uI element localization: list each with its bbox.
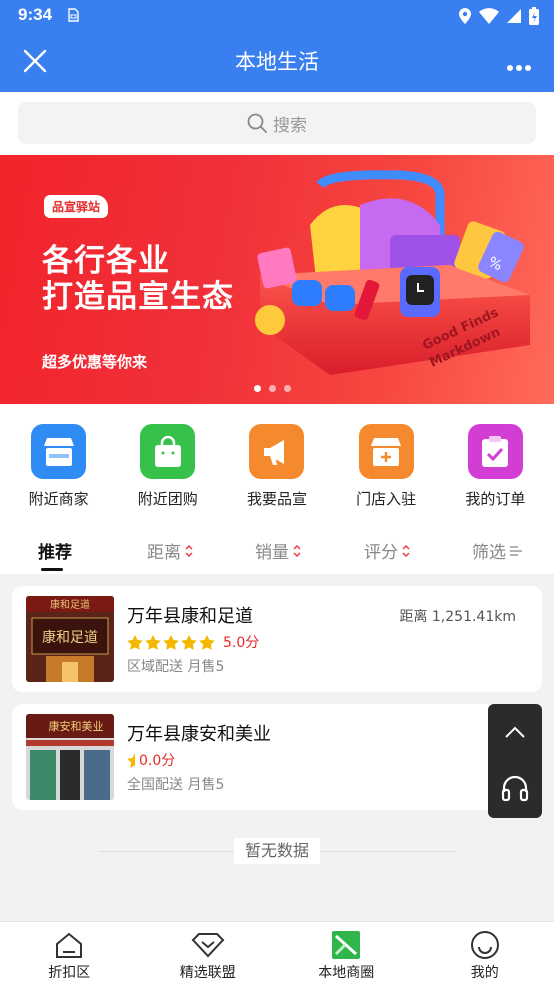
search-icon (247, 113, 267, 133)
store-rating: 5.0分 (127, 632, 259, 652)
store-name: 万年县康安和美业 (127, 724, 271, 745)
store-sign: 康安和美业 (49, 719, 104, 733)
status-bar: 9:34 (0, 0, 554, 30)
back-to-top-button[interactable] (488, 704, 542, 760)
customer-service-button[interactable] (488, 760, 542, 818)
quick-promote[interactable]: 我要品宣 (227, 404, 327, 524)
sort-arrows-icon (293, 544, 301, 557)
sort-arrows-icon (185, 544, 193, 557)
order-icon (467, 424, 523, 479)
home-icon (54, 930, 84, 960)
quick-my-orders[interactable]: 我的订单 (445, 404, 545, 524)
store-rating: 0.0分 (127, 750, 175, 770)
gift-box-illustration: % Good Finds Markdown (255, 170, 530, 375)
banner-tag: 品宣驿站 (44, 195, 109, 218)
page-title: 本地生活 (235, 50, 319, 74)
tab-discount[interactable]: 折扣区 (0, 922, 139, 984)
filter-icon (510, 545, 522, 556)
quick-label: 附近团购 (137, 490, 198, 508)
tab-me[interactable]: 我的 (416, 922, 554, 984)
banner-dot[interactable] (269, 385, 276, 392)
tab-label: 精选联盟 (179, 965, 236, 981)
star-icon (181, 634, 197, 650)
tab-local[interactable]: 本地商圈 (277, 922, 416, 984)
tab-recommend[interactable]: 推荐 (38, 538, 72, 563)
star-icon (163, 634, 179, 650)
quick-nearby-merchants[interactable]: 附近商家 (9, 404, 109, 524)
megaphone-icon (249, 424, 305, 479)
sort-tabs: 推荐 距离 销量 评分 筛选 (0, 524, 554, 574)
store-card[interactable]: 康和足道 康和足道 万年县康和足道 5.0分 区域配送 月售5 距离 1,251… (12, 586, 542, 692)
search-placeholder: 搜索 (273, 115, 307, 136)
no-data-label: 暂无数据 (234, 838, 320, 864)
active-tab-indicator (41, 568, 63, 571)
banner-dot[interactable] (254, 385, 261, 392)
store-join-icon (358, 424, 414, 479)
tab-label: 筛选 (472, 543, 506, 563)
star-icon (145, 634, 161, 650)
quick-label: 门店入驻 (356, 490, 417, 508)
tab-label: 折扣区 (48, 965, 91, 981)
wifi-icon (479, 8, 499, 24)
rating-value: 0.0分 (139, 753, 176, 769)
quick-label: 附近商家 (28, 490, 89, 508)
floating-toolbar (488, 704, 542, 818)
banner-subtitle: 超多优惠等你来 (42, 353, 148, 371)
store-sign: 康和足道 (42, 629, 98, 646)
shopping-bag-icon (140, 424, 196, 479)
star-icon (199, 634, 215, 650)
bottom-tab-bar: 折扣区 精选联盟 本地商圈 我的 (0, 921, 554, 984)
store-sign-top: 康和足道 (50, 598, 90, 611)
banner-headline-2: 打造品宣生态 (42, 279, 234, 315)
search-bar: 搜索 (0, 92, 554, 155)
promo-banner[interactable]: 品宣驿站 各行各业 打造品宣生态 超多优惠等你来 % Good Finds Ma… (0, 155, 554, 404)
chevron-up-icon (505, 726, 525, 738)
quick-label: 我要品宣 (246, 490, 307, 508)
store-thumbnail: 康安和美业 (26, 714, 114, 800)
banner-pagination (254, 385, 291, 392)
store-meta: 全国配送 月售5 (127, 777, 225, 793)
tab-label: 评分 (364, 543, 398, 563)
quick-nearby-groupbuy[interactable]: 附近团购 (118, 404, 218, 524)
tab-label: 销量 (255, 543, 289, 563)
smiley-icon (470, 930, 500, 960)
location-icon (459, 8, 471, 24)
tab-rating[interactable]: 评分 (364, 538, 411, 563)
store-meta: 区域配送 月售5 (127, 659, 225, 675)
tab-distance[interactable]: 距离 (147, 538, 194, 563)
star-icon (127, 634, 143, 650)
no-more-data: 暂无数据 (98, 838, 456, 864)
tab-label: 我的 (470, 965, 499, 981)
banner-dot[interactable] (284, 385, 291, 392)
store-card[interactable]: 康安和美业 万年县康安和美业 0.0分 全国配送 月售5 (12, 704, 542, 810)
quick-label: 我的订单 (465, 490, 526, 508)
headset-icon (501, 775, 529, 802)
more-icon[interactable] (506, 57, 532, 71)
diamond-icon (191, 930, 225, 960)
sim-icon (66, 7, 80, 26)
sort-arrows-icon (402, 544, 410, 557)
quick-actions: 附近商家 附近团购 我要品宣 门店入驻 我的订单 (0, 404, 554, 524)
status-time: 9:34 (18, 5, 53, 24)
store-thumbnail: 康和足道 康和足道 (26, 596, 114, 682)
local-icon (331, 930, 361, 960)
tab-label: 推荐 (38, 543, 72, 563)
rating-value: 5.0分 (223, 635, 260, 651)
store-distance: 距离 1,251.41km (399, 609, 516, 625)
search-input[interactable]: 搜索 (18, 102, 536, 144)
tab-label: 本地商圈 (318, 965, 375, 981)
tab-filter[interactable]: 筛选 (472, 538, 523, 563)
tab-sales[interactable]: 销量 (255, 538, 302, 563)
tab-alliance[interactable]: 精选联盟 (139, 922, 278, 984)
half-star-icon (127, 752, 135, 768)
tab-label: 距离 (147, 543, 181, 563)
battery-icon (529, 7, 539, 25)
quick-store-join[interactable]: 门店入驻 (336, 404, 436, 524)
storefront-icon (31, 424, 87, 479)
store-name: 万年县康和足道 (127, 606, 253, 627)
header: 本地生活 (0, 30, 554, 92)
status-icons (458, 6, 540, 26)
signal-icon (507, 9, 521, 23)
